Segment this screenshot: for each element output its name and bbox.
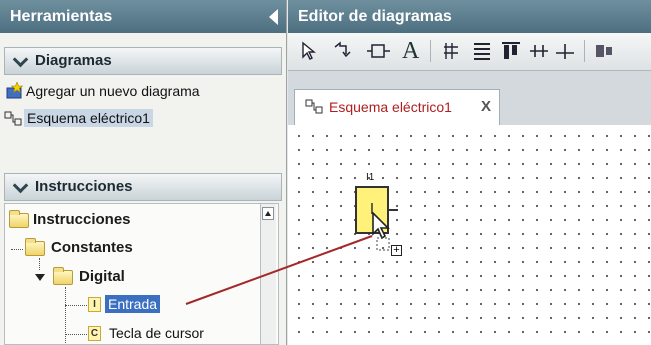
folder-icon — [25, 238, 45, 256]
distribute-horizontal-icon[interactable] — [528, 41, 550, 61]
align-top-icon[interactable] — [500, 41, 522, 61]
connect-icon[interactable] — [332, 41, 354, 61]
align-left-icon[interactable] — [472, 41, 494, 61]
block-output-pin[interactable] — [389, 209, 398, 211]
tab-label: Esquema eléctrico1 — [329, 99, 452, 115]
folder-icon — [9, 210, 29, 228]
block-label: I1 — [366, 172, 375, 183]
zoom-icon[interactable] — [594, 41, 616, 61]
select-pointer-icon[interactable] — [300, 41, 318, 61]
tree-item-digital[interactable]: Digital — [79, 268, 125, 285]
drop-preview-icon — [376, 237, 390, 251]
tree-item-tecla-de-cursor[interactable]: Tecla de cursor — [109, 325, 204, 341]
add-diagram-icon — [6, 82, 24, 99]
align-grid-icon[interactable] — [442, 41, 464, 61]
tools-panel-titlebar: Herramientas — [0, 0, 286, 33]
folder-icon — [53, 267, 73, 285]
editor-title: Editor de diagramas — [298, 8, 452, 25]
tree-connector — [65, 305, 87, 306]
tools-panel-title: Herramientas — [10, 8, 113, 25]
editor-toolbar: A — [288, 33, 651, 71]
tree-scrollbar[interactable] — [260, 204, 276, 344]
distribute-vertical-icon[interactable] — [554, 41, 576, 61]
diagram-canvas[interactable]: I1 I + — [288, 125, 651, 345]
cursor-key-icon: C — [88, 326, 101, 341]
tree-connector — [11, 249, 23, 250]
instructions-section-header[interactable]: Instrucciones — [4, 173, 282, 201]
instructions-tree[interactable]: Instrucciones Constantes Digital I Entra… — [4, 203, 279, 345]
tree-item-constantes[interactable]: Constantes — [51, 239, 133, 256]
diagram-icon — [4, 111, 22, 126]
toolbar-separator — [430, 40, 431, 62]
toolbar-separator — [584, 40, 585, 62]
editor-titlebar: Editor de diagramas — [288, 0, 651, 33]
tab-esquema-electrico1[interactable]: Esquema eléctrico1 X — [294, 89, 500, 125]
diagrams-section-header[interactable]: Diagramas — [4, 47, 282, 75]
block-icon[interactable] — [366, 41, 392, 61]
chevron-down-icon — [12, 177, 29, 194]
instructions-section-title: Instrucciones — [35, 178, 133, 195]
input-icon: I — [88, 297, 101, 312]
drop-add-icon: + — [391, 245, 402, 256]
diagram-item-label: Esquema eléctrico1 — [24, 109, 153, 127]
editor-tabs: Esquema eléctrico1 X — [288, 71, 651, 125]
tree-connector — [39, 258, 40, 270]
mouse-pointer-icon — [372, 212, 390, 240]
tree-item-instrucciones[interactable]: Instrucciones — [33, 211, 131, 228]
diagram-editor: Editor de diagramas A Esquema eléctrico1… — [288, 0, 651, 345]
expand-arrow-icon[interactable] — [35, 274, 45, 281]
tree-connector — [65, 334, 87, 335]
tree-item-entrada[interactable]: Entrada — [105, 295, 161, 313]
collapse-panel-icon[interactable] — [269, 9, 278, 25]
text-tool-icon[interactable]: A — [402, 38, 419, 64]
chevron-down-icon — [12, 51, 29, 68]
close-tab-icon[interactable]: X — [481, 90, 491, 124]
diagram-icon — [305, 99, 323, 114]
add-diagram-label: Agregar un nuevo diagrama — [26, 83, 200, 99]
diagrams-section-title: Diagramas — [35, 52, 112, 69]
scroll-up-button[interactable] — [262, 207, 274, 220]
tools-panel: Herramientas Diagramas Agregar un nuevo … — [0, 0, 287, 345]
